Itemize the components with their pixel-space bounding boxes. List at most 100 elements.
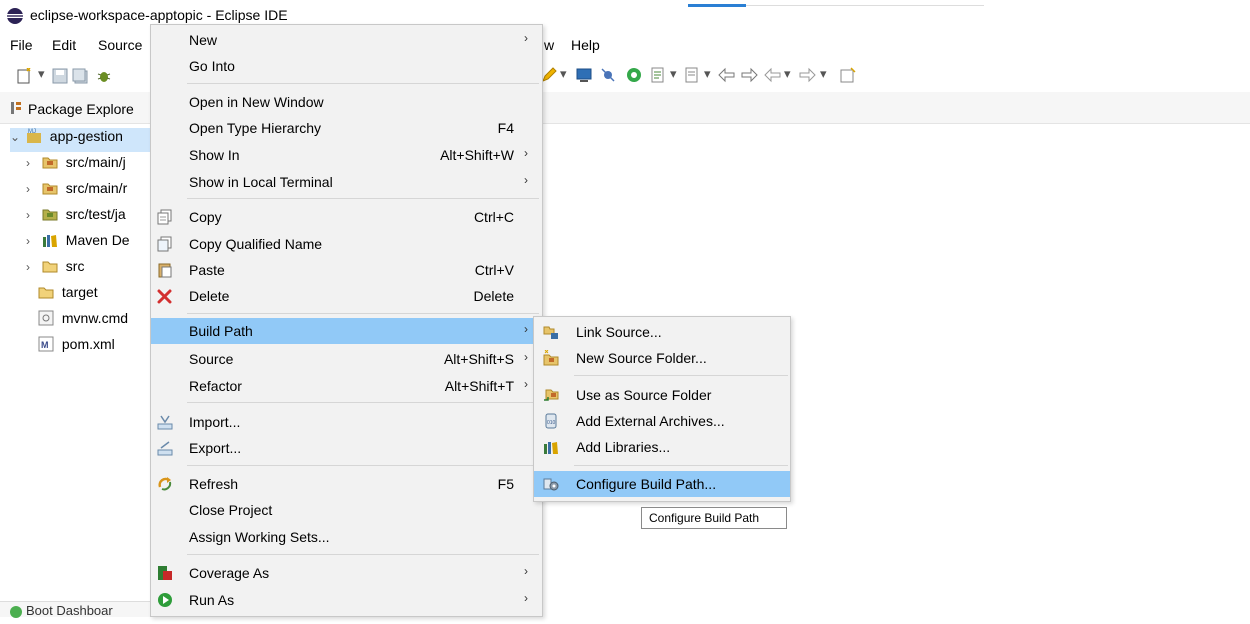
submenu-item-add-external-archives[interactable]: 010 Add External Archives... (534, 408, 790, 434)
menu-edit[interactable]: Edit (52, 37, 76, 53)
tree-item-label: mvnw.cmd (61, 310, 129, 326)
dropdown-arrow-icon[interactable]: ▾ (704, 66, 711, 82)
next-annotation-icon[interactable] (684, 67, 700, 83)
tree-item-label: src (65, 258, 85, 274)
copy-icon (157, 209, 172, 225)
tree-item[interactable]: › src/main/j (26, 154, 126, 178)
menu-item-paste[interactable]: Paste Ctrl+V (151, 257, 542, 283)
menu-item-run-as[interactable]: Run As › (151, 587, 542, 613)
menu-item-copy-qualified-name[interactable]: Copy Qualified Name (151, 231, 542, 257)
debug-bug-icon[interactable] (96, 68, 112, 84)
menu-item-refresh[interactable]: Refresh F5 (151, 471, 542, 497)
menu-item-new[interactable]: New › (151, 27, 542, 53)
spring-boot-icon[interactable] (626, 67, 642, 83)
run-icon (158, 593, 172, 607)
submenu-item-new-source-folder[interactable]: New Source Folder... (534, 345, 790, 371)
package-explorer-panel: ⌄ MJ app-gestion › src/main/j › src/main… (0, 124, 150, 624)
submenu-item-use-as-source-folder[interactable]: Use as Source Folder (534, 382, 790, 408)
package-explorer-title[interactable]: Package Explore (28, 101, 134, 117)
menu-item-go-into[interactable]: Go Into (151, 53, 542, 79)
menu-item-source[interactable]: Source Alt+Shift+S › (151, 346, 542, 372)
menu-item-copy[interactable]: Copy Ctrl+C (151, 204, 542, 230)
chevron-right-icon: › (524, 322, 528, 336)
forward-edit-icon[interactable] (740, 67, 758, 83)
menu-item-close-project[interactable]: Close Project (151, 497, 542, 523)
source-folder-icon (42, 157, 58, 169)
context-menu: New › Go Into Open in New Window Open Ty… (150, 24, 543, 617)
chevron-right-icon[interactable]: › (26, 260, 38, 274)
submenu-item-configure-build-path[interactable]: Configure Build Path... (534, 471, 790, 497)
dropdown-arrow-icon[interactable]: ▾ (670, 66, 677, 82)
active-tab-indicator (688, 4, 746, 7)
menu-item-show-local-terminal[interactable]: Show in Local Terminal › (151, 169, 542, 195)
dropdown-arrow-icon[interactable]: ▾ (820, 66, 827, 82)
menu-item-show-in[interactable]: Show In Alt+Shift+W › (151, 142, 542, 168)
skip-breakpoints-icon[interactable] (600, 67, 616, 83)
link-source-icon (543, 326, 558, 339)
last-edit-location-icon[interactable] (718, 67, 736, 83)
dropdown-arrow-icon[interactable]: ▾ (560, 66, 567, 82)
annotation-icon[interactable] (650, 67, 666, 83)
copy-qualified-name-icon (157, 236, 172, 252)
chevron-down-icon[interactable]: ⌄ (10, 130, 22, 144)
chevron-right-icon: › (524, 350, 528, 364)
save-icon[interactable] (52, 68, 68, 84)
tree-item[interactable]: target (38, 284, 98, 308)
library-icon (42, 235, 57, 247)
menu-item-assign-working-sets[interactable]: Assign Working Sets... (151, 524, 542, 550)
project-icon: MJ (26, 129, 41, 143)
back-arrow-icon[interactable] (764, 67, 782, 83)
new-source-folder-icon (543, 350, 559, 366)
tree-item[interactable]: M pom.xml (38, 336, 115, 360)
folder-icon (38, 287, 54, 299)
tree-item[interactable]: › Maven De (26, 232, 130, 256)
chevron-right-icon: › (524, 377, 528, 391)
menu-help[interactable]: Help (571, 37, 600, 53)
menu-item-build-path[interactable]: Build Path › (151, 318, 542, 344)
menu-window[interactable]: w (544, 37, 554, 53)
tooltip: Configure Build Path (641, 507, 787, 529)
menu-item-open-new-window[interactable]: Open in New Window (151, 89, 542, 115)
menu-item-export[interactable]: Export... (151, 435, 542, 461)
pencil-icon[interactable] (541, 67, 557, 83)
menu-source[interactable]: Source (98, 37, 142, 53)
menu-separator (187, 198, 539, 199)
chevron-right-icon[interactable]: › (26, 156, 38, 170)
menu-separator (574, 465, 788, 466)
menu-separator (187, 465, 539, 466)
pin-editor-icon[interactable] (840, 67, 856, 83)
tree-item-label: src/test/ja (65, 206, 126, 222)
submenu-item-add-libraries[interactable]: Add Libraries... (534, 434, 790, 460)
tree-item[interactable]: mvnw.cmd (38, 310, 150, 334)
tree-item[interactable]: › src (26, 258, 84, 282)
menu-separator (187, 402, 539, 403)
tree-item[interactable]: › src/test/ja (26, 206, 126, 230)
export-icon (157, 441, 173, 456)
tree-item[interactable]: › src/main/r (26, 180, 127, 204)
svg-text:MJ: MJ (28, 129, 36, 135)
forward-arrow-icon[interactable] (798, 67, 816, 83)
dropdown-arrow-icon[interactable]: ▾ (38, 66, 45, 82)
menu-item-refactor[interactable]: Refactor Alt+Shift+T › (151, 373, 542, 399)
chevron-right-icon[interactable]: › (26, 208, 38, 222)
console-icon[interactable] (576, 67, 592, 83)
menu-item-open-type-hierarchy[interactable]: Open Type Hierarchy F4 (151, 115, 542, 141)
boot-dashboard-tab[interactable]: Boot Dashboar (0, 601, 150, 618)
save-all-icon[interactable] (72, 68, 88, 84)
chevron-right-icon[interactable]: › (26, 182, 38, 196)
source-folder-icon (42, 209, 58, 221)
menu-item-delete[interactable]: Delete Delete (151, 283, 542, 309)
dropdown-arrow-icon[interactable]: ▾ (784, 66, 791, 82)
new-file-icon[interactable] (16, 68, 34, 84)
menu-separator (187, 554, 539, 555)
submenu-item-link-source[interactable]: Link Source... (534, 319, 790, 345)
tree-item-label: src/main/j (65, 154, 126, 170)
import-icon (157, 415, 173, 430)
chevron-right-icon[interactable]: › (26, 234, 38, 248)
chevron-right-icon: › (524, 591, 528, 605)
menu-item-import[interactable]: Import... (151, 409, 542, 435)
jar-archive-icon: 010 (545, 413, 557, 429)
menu-file[interactable]: File (10, 37, 33, 53)
tree-item-project[interactable]: ⌄ MJ app-gestion (10, 128, 150, 152)
menu-item-coverage-as[interactable]: Coverage As › (151, 560, 542, 586)
